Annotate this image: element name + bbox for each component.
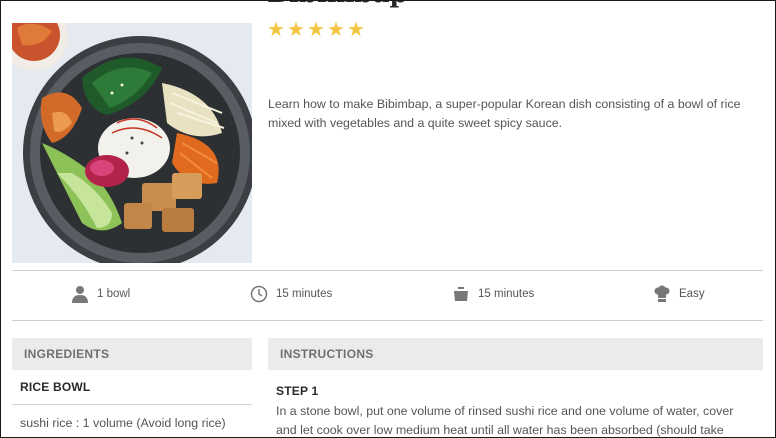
- divider: [12, 320, 763, 321]
- difficulty-value: Easy: [679, 288, 705, 300]
- divider: [12, 404, 252, 405]
- step-title: STEP 1: [276, 384, 319, 398]
- cook-time-value: 15 minutes: [478, 288, 535, 300]
- star-icon: ★: [327, 19, 345, 41]
- rating-stars: ★ ★ ★ ★ ★: [267, 19, 365, 41]
- chef-hat-icon: [654, 285, 670, 302]
- servings-value: 1 bowl: [97, 288, 131, 300]
- recipe-card: Bibimbap: [0, 0, 776, 438]
- star-icon: ★: [347, 19, 365, 41]
- recipe-title: Bibimbap: [267, 1, 667, 9]
- star-icon: ★: [307, 19, 325, 41]
- prep-time-info: 15 minutes: [250, 285, 332, 303]
- cook-time-info: 15 minutes: [452, 285, 534, 303]
- recipe-photo: [12, 23, 252, 263]
- ingredients-header: INGREDIENTS: [12, 338, 252, 370]
- ingredient-item: sushi rice : 1 volume (Avoid long rice): [20, 416, 226, 430]
- prep-time-value: 15 minutes: [276, 288, 333, 300]
- recipe-description: Learn how to make Bibimbap, a super-popu…: [268, 97, 741, 130]
- star-icon: ★: [267, 19, 285, 41]
- divider: [12, 270, 763, 271]
- difficulty-info: Easy: [653, 285, 705, 303]
- person-icon: [72, 286, 88, 303]
- star-icon: ★: [287, 19, 305, 41]
- ingredient-group-title: RICE BOWL: [20, 380, 91, 394]
- step-text: In a stone bowl, put one volume of rinse…: [276, 404, 734, 437]
- servings-info: 1 bowl: [71, 285, 130, 303]
- clock-icon: [250, 285, 268, 303]
- instructions-header: INSTRUCTIONS: [268, 338, 763, 370]
- pot-icon: [454, 287, 468, 301]
